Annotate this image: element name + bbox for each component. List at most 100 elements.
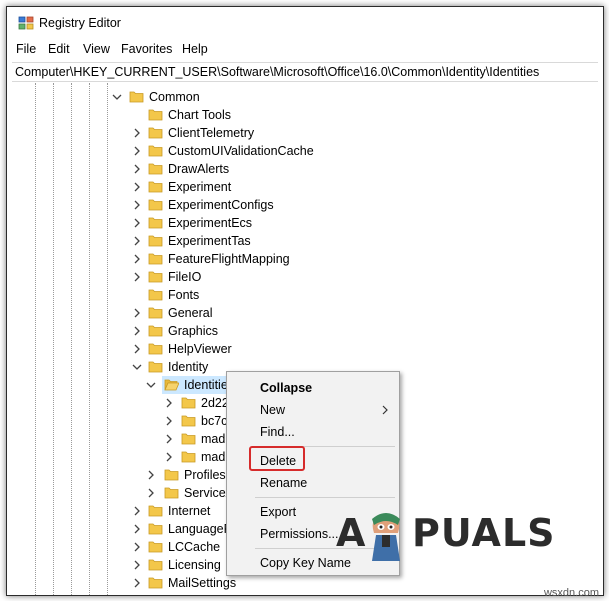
tree-node-common[interactable]: Common [111,88,311,106]
tree-node-experimentecs[interactable]: ExperimentEcs [131,214,331,232]
chevron-right-icon[interactable] [131,577,143,589]
chevron-right-icon[interactable] [131,523,143,535]
menu-item-rename[interactable]: Rename [260,476,307,490]
folder-icon [148,145,163,157]
tree-node-label: FileIO [168,270,202,284]
folder-icon [148,361,163,373]
folder-icon [148,541,163,553]
folder-icon [181,397,196,409]
chevron-right-icon[interactable] [163,397,175,409]
menu-edit[interactable]: Edit [48,42,70,56]
folder-icon [148,505,163,517]
tree-node-chart-tools[interactable]: Chart Tools [131,106,331,124]
folder-icon [164,487,179,499]
tree-node-clienttelemetry[interactable]: ClientTelemetry [131,124,331,142]
tree-node-experiment[interactable]: Experiment [131,178,331,196]
tree-node-licensing[interactable]: Licensing [131,556,231,574]
tree-node-label: DrawAlerts [168,162,230,176]
folder-icon [148,271,163,283]
tree-node-languagere[interactable]: LanguageRe [131,520,240,538]
chevron-right-icon[interactable] [145,487,157,499]
folder-icon [148,343,163,355]
tree-node-experimentconfigs[interactable]: ExperimentConfigs [131,196,331,214]
tree-guide-line [71,83,72,595]
folder-open-icon [164,379,179,391]
chevron-right-icon[interactable] [131,199,143,211]
tree-node-experimenttas[interactable]: ExperimentTas [131,232,331,250]
folder-icon [181,433,196,445]
chevron-right-icon[interactable] [131,271,143,283]
chevron-right-icon[interactable] [131,145,143,157]
tree-guide-line [107,83,108,595]
menu-item-new[interactable]: New [260,403,285,417]
tree-node-helpviewer[interactable]: HelpViewer [131,340,331,358]
menu-help[interactable]: Help [182,42,208,56]
tree-node-label: Experiment [168,180,232,194]
folder-icon [181,451,196,463]
chevron-right-icon[interactable] [131,181,143,193]
chevron-right-icon[interactable] [131,235,143,247]
folder-icon [148,199,163,211]
chevron-down-icon[interactable] [131,361,143,373]
menu-separator [255,497,395,498]
menu-favorites[interactable]: Favorites [121,42,172,56]
menu-item-find[interactable]: Find... [260,425,295,439]
tree-node-label: Profiles [184,468,226,482]
tree-node-label: Graphics [168,324,219,338]
tree-node-label: Chart Tools [168,108,231,122]
chevron-right-icon[interactable] [163,433,175,445]
folder-icon [148,181,163,193]
site-watermark: wsxdn.com [543,587,599,599]
mascot-icon [372,513,400,561]
menu-item-export[interactable]: Export [260,505,296,519]
chevron-right-icon[interactable] [131,325,143,337]
chevron-right-icon[interactable] [131,127,143,139]
chevron-right-icon[interactable] [131,307,143,319]
tree-node-label: Identity [168,360,209,374]
chevron-right-icon[interactable] [131,253,143,265]
menu-file[interactable]: File [16,42,36,56]
chevron-down-icon[interactable] [111,91,123,103]
tree-node-label: Internet [168,504,211,518]
folder-icon [148,109,163,121]
chevron-right-icon[interactable] [145,469,157,481]
registry-editor-icon [18,16,34,30]
tree-node-label: ExperimentEcs [168,216,253,230]
tree-node-fileio[interactable]: FileIO [131,268,331,286]
tree-node-label: Common [149,90,200,104]
folder-icon [164,469,179,481]
menu-item-collapse[interactable]: Collapse [260,381,312,395]
chevron-right-icon[interactable] [131,505,143,517]
appuals-watermark: A PUALS [336,503,555,565]
chevron-right-icon[interactable] [131,541,143,553]
chevron-right-icon[interactable] [163,415,175,427]
tree-node-label: FeatureFlightMapping [168,252,290,266]
chevron-right-icon[interactable] [131,217,143,229]
chevron-right-icon[interactable] [131,343,143,355]
chevron-right-icon[interactable] [131,559,143,571]
chevron-right-icon[interactable] [163,451,175,463]
tree-node-label: Fonts [168,288,200,302]
chevron-right-icon[interactable] [131,163,143,175]
folder-icon [148,577,163,589]
menu-item-permissions[interactable]: Permissions... [260,527,339,541]
tree-node-customuivalidationcache[interactable]: CustomUIValidationCache [131,142,351,160]
tree-node-mailsettings[interactable]: MailSettings [131,574,236,592]
address-bar[interactable]: Computer\HKEY_CURRENT_USER\Software\Micr… [12,62,598,82]
tree-node-drawalerts[interactable]: DrawAlerts [131,160,331,178]
tree-node-lccache[interactable]: LCCache [131,538,231,556]
folder-icon [148,523,163,535]
tree-node-general[interactable]: General [131,304,331,322]
tree-node-fonts[interactable]: Fonts [131,286,331,304]
menu-view[interactable]: View [83,42,110,56]
window-title: Registry Editor [39,16,121,30]
chevron-down-icon[interactable] [145,379,157,391]
tree-guide-line [89,83,90,595]
tree-node-featureflightmapping[interactable]: FeatureFlightMapping [131,250,351,268]
watermark-letter-a: A [336,511,367,555]
folder-icon [148,325,163,337]
tree-node-graphics[interactable]: Graphics [131,322,331,340]
folder-icon [148,127,163,139]
folder-icon [148,307,163,319]
tree-node-internet[interactable]: Internet [131,502,231,520]
